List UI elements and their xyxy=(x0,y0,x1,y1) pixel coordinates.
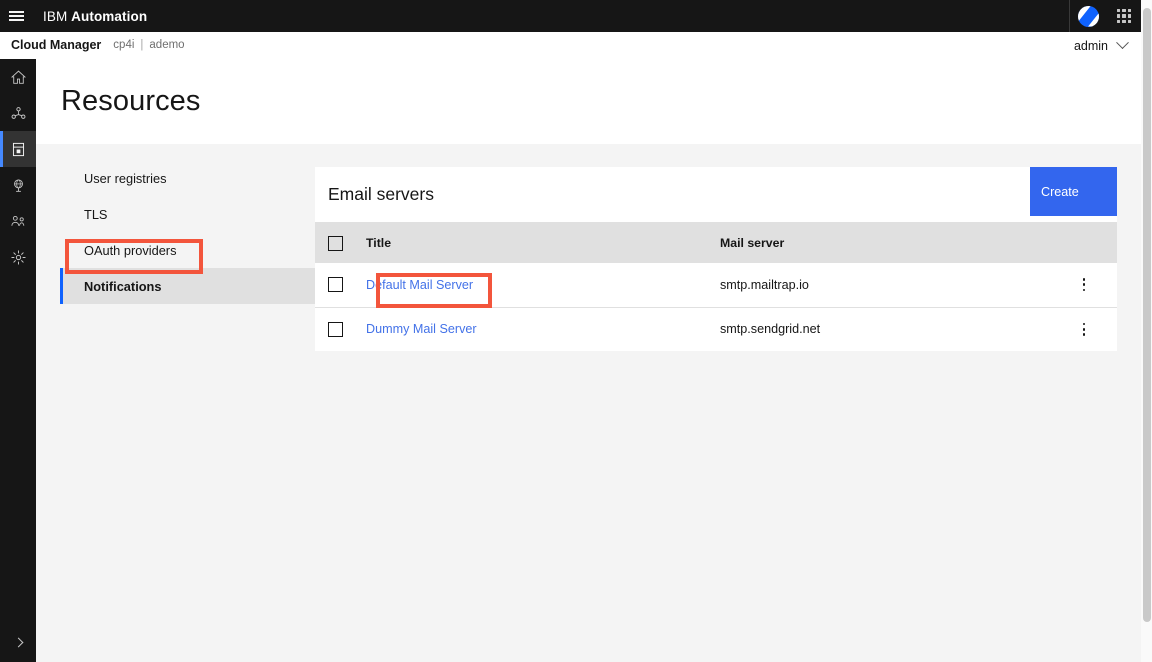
table-link-dummy-mail-server[interactable]: Dummy Mail Server xyxy=(366,322,477,336)
header-actions xyxy=(1069,0,1141,32)
rail-item-topology[interactable] xyxy=(0,95,36,131)
row-actions-cell xyxy=(1040,263,1117,307)
rail-expand-button[interactable] xyxy=(0,622,36,662)
rail-spacer xyxy=(0,275,36,622)
page-header: Resources xyxy=(36,59,1141,144)
home-icon xyxy=(10,70,26,84)
page-body: Resources User registries TLS OAuth prov… xyxy=(36,59,1141,662)
page-title: Resources xyxy=(61,85,201,117)
app-brand-title[interactable]: IBM Automation xyxy=(43,9,147,24)
breadcrumb-namespace: cp4i xyxy=(113,39,135,51)
row-select-cell xyxy=(315,307,366,351)
secondary-nav-tls[interactable]: TLS xyxy=(60,196,316,232)
group-resource-icon xyxy=(11,106,25,119)
row-actions-cell xyxy=(1040,307,1117,351)
chevron-down-icon xyxy=(1116,36,1129,50)
card-title: Email servers xyxy=(328,184,434,204)
table-link-default-mail-server[interactable]: Default Mail Server xyxy=(366,278,473,292)
cloud-manager-title: Cloud Manager xyxy=(11,38,102,52)
user-menu[interactable]: admin xyxy=(1073,32,1129,59)
secondary-nav-label: OAuth providers xyxy=(84,242,177,258)
overflow-menu-vertical-icon[interactable] xyxy=(1074,316,1094,342)
email-servers-card: Email servers Create Title Mail server D… xyxy=(315,167,1117,351)
row-checkbox[interactable] xyxy=(328,277,343,293)
sub-header: Cloud Manager cp4i | ademo admin xyxy=(0,32,1141,59)
rail-item-users[interactable] xyxy=(0,203,36,239)
app-header: IBM Automation xyxy=(0,0,1141,32)
column-header-title[interactable]: Title xyxy=(366,223,720,263)
row-checkbox[interactable] xyxy=(328,321,343,337)
row-mail-server-cell: smtp.sendgrid.net xyxy=(720,322,821,337)
table-row[interactable]: Dummy Mail Server smtp.sendgrid.net xyxy=(315,307,1117,351)
secondary-nav-label: TLS xyxy=(84,206,108,222)
rail-item-locations[interactable] xyxy=(0,167,36,203)
server-catalog-icon xyxy=(12,142,24,156)
rail-item-home[interactable] xyxy=(0,59,36,95)
rail-item-settings[interactable] xyxy=(0,239,36,275)
table-header: Title Mail server xyxy=(315,223,1117,263)
secondary-nav-label: User registries xyxy=(84,170,167,186)
avatar xyxy=(1078,5,1099,27)
column-header-actions xyxy=(1040,223,1117,263)
row-title-cell: Default Mail Server xyxy=(366,263,720,307)
row-title-cell: Dummy Mail Server xyxy=(366,307,720,351)
gear-icon xyxy=(10,249,26,265)
secondary-nav-user-registries[interactable]: User registries xyxy=(60,160,316,196)
chevron-right-icon xyxy=(13,637,23,647)
overflow-menu-vertical-icon[interactable] xyxy=(1074,272,1094,298)
select-all-header xyxy=(315,223,366,263)
scrollbar-thumb[interactable] xyxy=(1143,8,1151,622)
breadcrumb-instance: ademo xyxy=(149,39,185,51)
row-select-cell xyxy=(315,263,366,307)
table-body: Default Mail Server smtp.mailtrap.io Dum… xyxy=(315,263,1117,351)
secondary-nav-label: Notifications xyxy=(84,278,162,294)
create-button[interactable]: Create xyxy=(1030,167,1117,216)
secondary-nav: User registries TLS OAuth providers Noti… xyxy=(60,160,316,304)
row-mail-server-cell: smtp.mailtrap.io xyxy=(720,277,809,292)
user-menu-label: admin xyxy=(1073,38,1108,53)
page-scrollbar[interactable] xyxy=(1141,0,1152,662)
card-header: Email servers Create xyxy=(315,167,1117,223)
select-all-checkbox[interactable] xyxy=(328,235,343,251)
breadcrumb-separator: | xyxy=(140,39,144,51)
rail-item-catalog[interactable] xyxy=(0,131,36,167)
hamburger-icon[interactable] xyxy=(0,0,32,32)
column-header-mail-server[interactable]: Mail server xyxy=(720,223,1040,263)
left-rail xyxy=(0,59,36,662)
globe-icon xyxy=(13,178,23,192)
brand-suffix: Automation xyxy=(71,8,148,24)
brand-prefix: IBM xyxy=(43,8,68,24)
user-multiple-icon xyxy=(10,215,24,226)
secondary-nav-notifications[interactable]: Notifications xyxy=(60,268,316,304)
table-row[interactable]: Default Mail Server smtp.mailtrap.io xyxy=(315,263,1117,307)
user-avatar-icon[interactable] xyxy=(1069,0,1107,32)
email-servers-table: Title Mail server Default Mail Server sm… xyxy=(315,223,1117,351)
app-grid-icon[interactable] xyxy=(1107,0,1141,32)
secondary-nav-oauth-providers[interactable]: OAuth providers xyxy=(60,232,316,268)
table-header-row: Title Mail server xyxy=(315,223,1117,263)
breadcrumb: cp4i | ademo xyxy=(113,39,184,51)
